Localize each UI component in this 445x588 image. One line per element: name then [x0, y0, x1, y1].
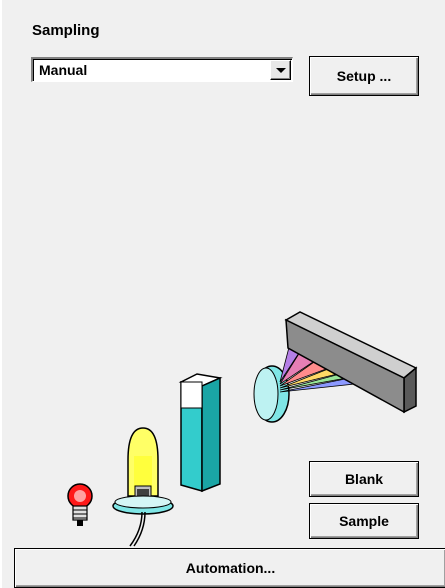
- sample-button[interactable]: Sample: [309, 503, 419, 539]
- automation-button[interactable]: Automation...: [14, 548, 445, 588]
- blank-button[interactable]: Blank: [309, 461, 419, 497]
- lamp-icon: [112, 427, 174, 547]
- sampling-panel: Sampling Manual Setup ... Blank Sample A…: [0, 0, 445, 588]
- cuvette-icon: [178, 373, 223, 493]
- sampling-mode-dropdown[interactable]: Manual: [31, 57, 293, 82]
- chevron-down-icon: [276, 68, 286, 73]
- sampling-mode-value: Manual: [39, 62, 88, 78]
- red-bulb-icon: [67, 483, 93, 526]
- setup-button[interactable]: Setup ...: [309, 56, 419, 96]
- dropdown-arrow-button[interactable]: [270, 60, 291, 80]
- sampling-section-title: Sampling: [32, 22, 100, 39]
